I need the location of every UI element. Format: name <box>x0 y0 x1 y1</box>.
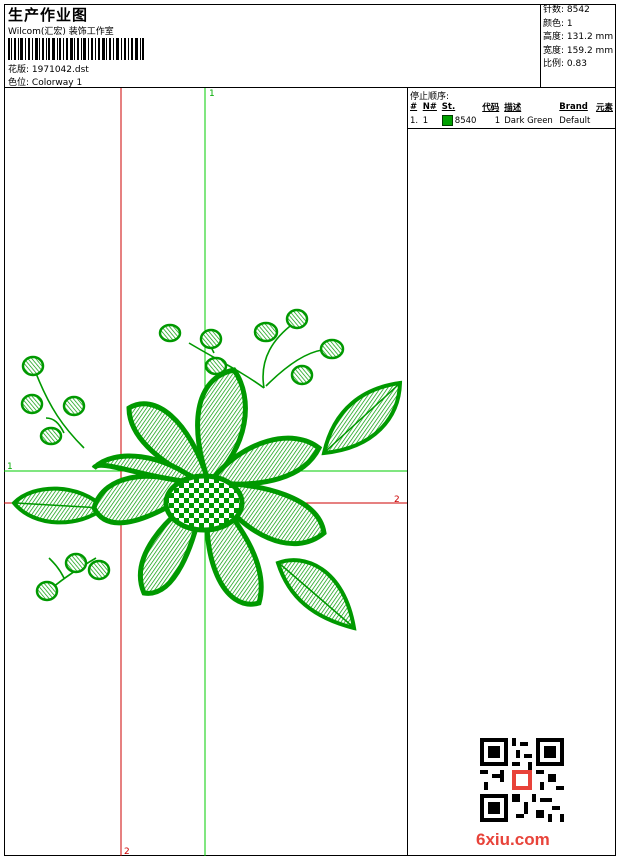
col-code: 代码 <box>482 103 500 113</box>
company-name: Wilcom(汇宏) 装饰工作室 <box>8 27 114 37</box>
colorway-label: 色位: <box>8 78 30 88</box>
axis-label-h1: 1 <box>7 462 13 472</box>
stat-width-label: 宽度: <box>543 45 565 56</box>
page-title: 生产作业图 <box>8 6 89 24</box>
table-row: 1. 1 8540 1 Dark Green Default <box>408 114 616 127</box>
cell-stitches-value: 8540 <box>454 116 477 126</box>
axis-label-v2: 2 <box>124 847 130 856</box>
col-element: 元素 <box>595 103 613 113</box>
cell-code: 1 <box>494 115 501 126</box>
stop-sequence-panel: 停止顺序: # N# St. 代码 描述 Brand 元素 1. 1 8540 … <box>408 88 616 856</box>
design-canvas: 1 1 2 2 <box>4 88 408 856</box>
stat-stitches: 针数: 8542 <box>543 4 616 18</box>
axis-label-v1: 1 <box>209 89 215 99</box>
design-label: 花版: <box>8 65 30 75</box>
embroidery-preview: 1 1 2 2 <box>4 88 407 856</box>
col-stitches: St. <box>441 102 456 112</box>
stat-stitches-value: 8542 <box>566 5 590 15</box>
stat-width-value: 159.2 mm <box>566 45 614 56</box>
cell-index: 1. <box>410 115 419 126</box>
stat-ratio: 比例: 0.83 <box>543 58 616 72</box>
stat-height-value: 131.2 mm <box>566 32 614 42</box>
colorway-value: Colorway 1 <box>31 78 83 88</box>
cell-element <box>594 114 616 127</box>
col-needle: N# <box>422 102 437 112</box>
cell-brand: Default <box>559 115 591 126</box>
stat-colors: 颜色: 1 <box>543 18 616 32</box>
header-info: 生产作业图 Wilcom(汇宏) 装饰工作室 花版: 1971042.dst 色… <box>6 4 538 88</box>
col-description: 描述 <box>504 103 522 113</box>
table-header-row: # N# St. 代码 描述 Brand 元素 <box>408 100 616 114</box>
color-swatch-icon <box>441 115 453 126</box>
col-index: # <box>410 102 418 112</box>
embroidery-design <box>11 308 403 631</box>
col-brand: Brand <box>559 102 588 112</box>
barcode-icon <box>8 38 144 60</box>
design-file: 1971042.dst <box>31 65 89 75</box>
stat-ratio-label: 比例: <box>543 59 565 69</box>
stats-panel: 针数: 8542 颜色: 1 高度: 131.2 mm 宽度: 159.2 mm… <box>540 4 616 87</box>
design-file-line: 花版: 1971042.dst <box>8 62 89 75</box>
stat-width: 宽度: 159.2 mm <box>543 45 616 59</box>
cell-description: Dark Green <box>504 115 553 126</box>
stop-sequence-table: # N# St. 代码 描述 Brand 元素 1. 1 8540 1 Dark… <box>408 100 616 127</box>
divider <box>408 128 616 129</box>
stat-stitches-label: 针数: <box>543 5 565 15</box>
stat-colors-value: 1 <box>566 18 573 29</box>
cell-stitches: 8540 <box>440 114 480 127</box>
stat-ratio-value: 0.83 <box>566 59 587 69</box>
colorway-line: 色位: Colorway 1 <box>8 75 82 88</box>
qr-code-icon <box>480 738 564 822</box>
axis-label-h2: 2 <box>394 495 400 505</box>
stat-height: 高度: 131.2 mm <box>543 31 616 45</box>
worksheet-header: 生产作业图 Wilcom(汇宏) 装饰工作室 花版: 1971042.dst 色… <box>4 4 616 88</box>
stat-colors-label: 颜色: <box>543 18 565 29</box>
cell-needle: 1 <box>422 115 429 126</box>
stat-height-label: 高度: <box>543 32 565 42</box>
watermark-logo: 6xiu.com <box>476 830 550 849</box>
